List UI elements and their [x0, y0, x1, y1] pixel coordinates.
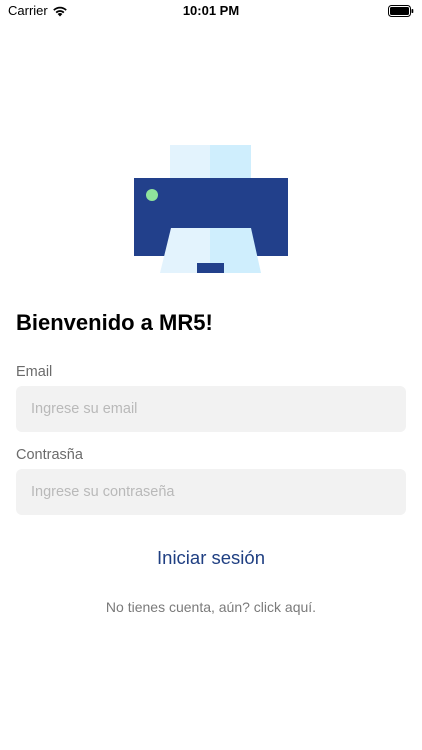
printer-logo-icon: [134, 145, 288, 273]
login-button[interactable]: Iniciar sesión: [0, 547, 422, 569]
status-time: 10:01 PM: [182, 3, 240, 18]
password-field[interactable]: [16, 469, 406, 515]
page-title: Bienvenido a MR5!: [16, 310, 213, 335]
printer-indicator-light: [146, 189, 158, 201]
email-field[interactable]: [16, 386, 406, 432]
email-label: Email: [16, 364, 53, 380]
printer-slot: [197, 263, 224, 273]
signup-link[interactable]: No tienes cuenta, aún? click aquí.: [0, 599, 422, 615]
password-label: Contrasña: [16, 447, 83, 463]
status-bar: Carrier 10:01 PM: [0, 0, 422, 22]
battery-icon: [388, 5, 414, 17]
